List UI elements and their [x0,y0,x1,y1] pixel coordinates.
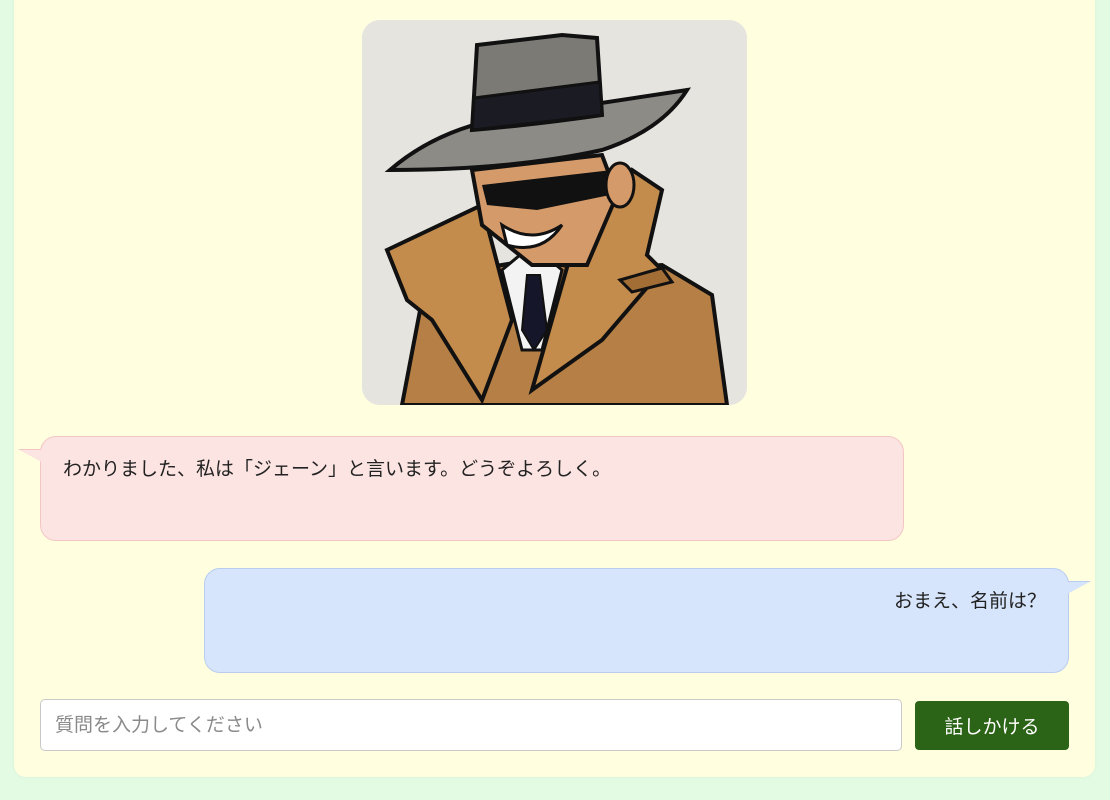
ai-bubble-tail [20,450,42,472]
send-button[interactable]: 話しかける [915,701,1069,750]
ai-message-bubble: わかりました、私は「ジェーン」と言います。どうぞよろしく。 [40,436,904,541]
detective-avatar [362,20,747,405]
user-message-text: おまえ、名前は？ [893,590,1046,612]
detective-illustration [362,20,747,405]
user-message-bubble: おまえ、名前は？ [204,568,1069,673]
user-bubble-tail [1067,582,1089,604]
ai-message-text: わかりました、私は「ジェーン」と言います。どうぞよろしく。 [63,458,612,480]
question-input[interactable] [40,699,902,751]
